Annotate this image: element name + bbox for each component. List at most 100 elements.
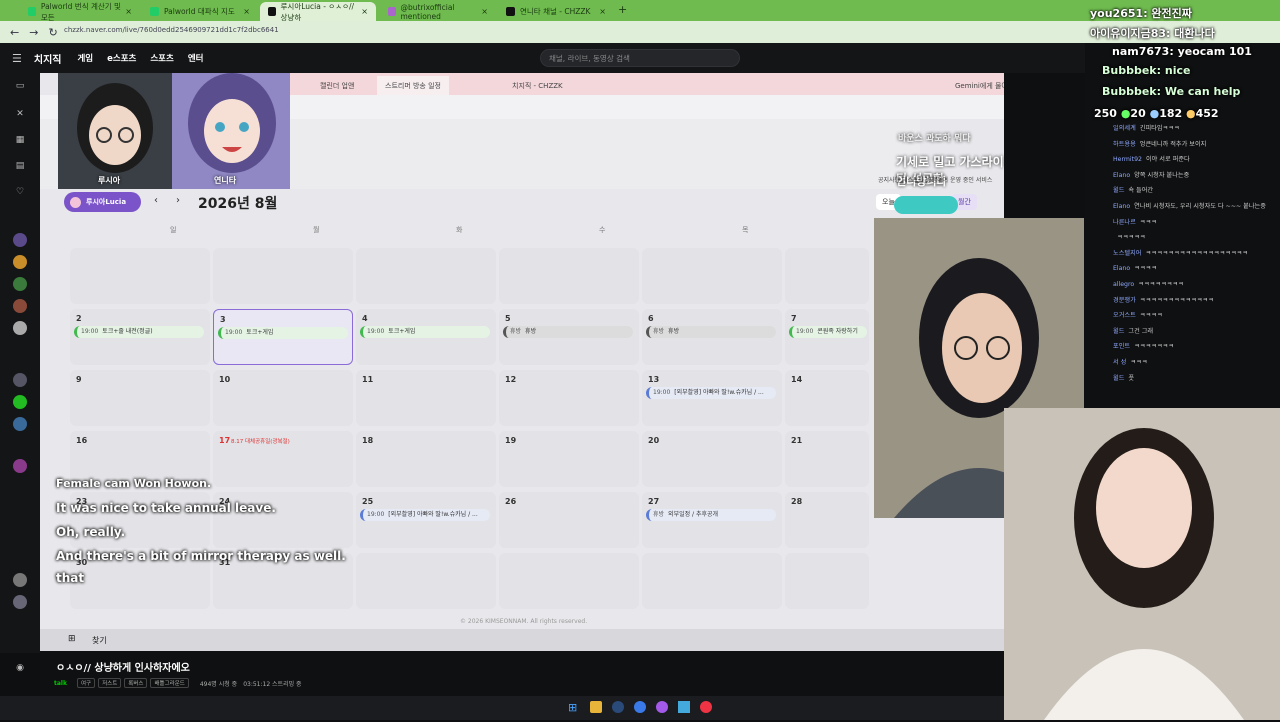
discord-icon[interactable] xyxy=(656,701,668,713)
chat-username[interactable]: allegro xyxy=(1113,281,1134,288)
live-icon[interactable]: ▭ xyxy=(13,79,27,93)
calendar-day-cell[interactable]: 11 xyxy=(356,370,496,426)
new-tab-button[interactable]: + xyxy=(618,3,627,16)
schedule-event[interactable]: 휴방 휴방 xyxy=(646,326,776,338)
calendar-day-cell[interactable] xyxy=(70,248,210,304)
chat-username[interactable]: 포인트 xyxy=(1113,343,1130,350)
chat-username[interactable]: 노스텔지어 xyxy=(1113,250,1141,257)
follow-icon[interactable]: ♡ xyxy=(13,185,27,199)
chat-username[interactable]: 서 성 xyxy=(1113,359,1126,366)
back-icon[interactable]: ← xyxy=(10,26,19,39)
menu-entertainment[interactable]: 엔터 xyxy=(188,52,204,64)
schedule-event[interactable]: 19:00 토크+게임 xyxy=(360,326,490,338)
calendar-day-cell[interactable]: 27 휴방 외부일정 / 추후공개 xyxy=(642,492,782,548)
calendar-day-cell[interactable]: 13 19:00 [외부촬영] 아빠와 딸!w.슈카님 / ... xyxy=(642,370,782,426)
calendar-day-cell[interactable]: 19 xyxy=(499,431,639,487)
calendar-day-cell[interactable]: 2 19:00 토크+줄 내전(정글) xyxy=(70,309,210,365)
clip-icon[interactable]: ▤ xyxy=(13,159,27,173)
schedule-event[interactable]: 19:00 콘원족 자랑하기 xyxy=(789,326,867,338)
channel-avatar[interactable] xyxy=(13,277,27,291)
hamburger-icon[interactable]: ☰ xyxy=(12,52,22,65)
chat-username[interactable]: Elano xyxy=(1113,172,1130,179)
tab-palworld-map[interactable]: Palworld 대파식 지도 × xyxy=(142,2,258,21)
app-icon[interactable] xyxy=(634,701,646,713)
windows-start-icon[interactable]: ⊞ xyxy=(568,701,577,714)
calendar-day-cell[interactable] xyxy=(356,248,496,304)
menu-game[interactable]: 게임 xyxy=(77,52,93,64)
calendar-day-cell[interactable]: 21 xyxy=(785,431,869,487)
channel-avatar[interactable] xyxy=(13,321,27,335)
calendar-day-cell[interactable]: 7 19:00 콘원족 자랑하기 xyxy=(785,309,869,365)
schedule-event[interactable]: 19:00 토크+게임 xyxy=(218,327,348,339)
calendar-day-cell[interactable]: 26 xyxy=(499,492,639,548)
chat-username[interactable]: 일의세계 xyxy=(1113,125,1136,132)
tab-yeonnita-channel[interactable]: 연니타 채널 - CHZZK × xyxy=(498,2,614,21)
channel-avatar[interactable] xyxy=(13,255,27,269)
chat-username[interactable]: 경분쟁가 xyxy=(1113,297,1136,304)
calendar-day-cell[interactable]: 25 19:00 [외부촬영] 아빠와 딸!w.슈카님 / ... xyxy=(356,492,496,548)
streamer-chip[interactable]: 루시아Lucia xyxy=(64,192,141,212)
folder-icon[interactable] xyxy=(590,701,602,713)
close-icon[interactable]: × xyxy=(361,7,368,16)
tab-lucia-stream[interactable]: 루시아Lucia - ㅇㅅㅇ// 상냥하 × xyxy=(260,2,376,22)
schedule-event[interactable]: 19:00 [외부촬영] 아빠와 딸!w.슈카님 / ... xyxy=(646,387,776,399)
close-icon[interactable]: × xyxy=(243,7,250,16)
popular-icon[interactable]: ✕ xyxy=(13,107,27,121)
calendar-day-cell[interactable] xyxy=(356,553,496,609)
calendar-day-cell[interactable]: 17 8.17 대체공휴일(광복절) xyxy=(213,431,353,487)
calendar-day-cell[interactable] xyxy=(785,553,869,609)
next-month-button[interactable]: › xyxy=(176,195,180,206)
calendar-day-cell[interactable] xyxy=(642,248,782,304)
chat-username[interactable]: 윌드 xyxy=(1113,375,1124,382)
reload-icon[interactable]: ↻ xyxy=(48,26,57,39)
channel-avatar[interactable] xyxy=(13,459,27,473)
menu-esports[interactable]: e스포츠 xyxy=(107,52,136,64)
chat-username[interactable]: Elano xyxy=(1113,265,1130,272)
calendar-day-cell[interactable]: 14 xyxy=(785,370,869,426)
tag-chip[interactable]: 배틀그라운드 xyxy=(150,678,189,688)
calendar-day-cell[interactable]: 12 xyxy=(499,370,639,426)
calendar-day-cell[interactable] xyxy=(213,248,353,304)
channel-avatar[interactable] xyxy=(13,299,27,313)
chat-username[interactable]: 윌드 xyxy=(1113,328,1124,335)
calendar-day-cell[interactable] xyxy=(785,248,869,304)
chat-username[interactable]: 하트용용 xyxy=(1113,141,1136,148)
channel-avatar[interactable] xyxy=(13,373,27,387)
close-icon[interactable]: × xyxy=(481,7,488,16)
chat-username[interactable]: Hermit92 xyxy=(1113,156,1142,163)
schedule-event[interactable]: 19:00 토크+줄 내전(정글) xyxy=(74,326,204,338)
chat-username[interactable]: 오거스트 xyxy=(1113,312,1136,319)
calendar-day-cell[interactable]: 10 xyxy=(213,370,353,426)
calendar-day-cell[interactable]: 3 19:00 토크+게임 xyxy=(213,309,353,365)
close-icon[interactable]: × xyxy=(125,7,132,16)
tag-chip[interactable]: 저스트 xyxy=(98,678,122,688)
tab-palworld-breeding[interactable]: Palworld 번식 계산기 및 모든 × xyxy=(20,2,140,22)
tab-mention[interactable]: @butrixofficial mentioned × xyxy=(380,2,496,21)
site-logo[interactable]: 치지직 xyxy=(34,51,62,66)
channel-avatar[interactable] xyxy=(13,417,27,431)
calendar-day-cell[interactable] xyxy=(642,553,782,609)
channel-avatar[interactable] xyxy=(13,573,27,587)
tag-chip[interactable]: 여구 xyxy=(76,678,96,688)
steam-icon[interactable] xyxy=(612,701,624,713)
forward-icon[interactable]: → xyxy=(29,26,38,39)
calendar-day-cell[interactable]: 6 휴방 휴방 xyxy=(642,309,782,365)
calendar-day-cell[interactable]: 4 19:00 토크+게임 xyxy=(356,309,496,365)
chat-username[interactable]: 나른나르 xyxy=(1113,219,1136,226)
url-field[interactable]: chzzk.naver.com/live/760d0edd2546909721d… xyxy=(64,26,279,34)
chrome-icon[interactable] xyxy=(700,701,712,713)
calendar-day-cell[interactable]: 5 휴방 휴방 xyxy=(499,309,639,365)
prev-month-button[interactable]: ‹ xyxy=(154,195,158,206)
chat-username[interactable]: 윌드 xyxy=(1113,187,1124,194)
calendar-day-cell[interactable] xyxy=(499,248,639,304)
calendar-day-cell[interactable]: 28 xyxy=(785,492,869,548)
category-icon[interactable]: ▦ xyxy=(13,133,27,147)
calendar-day-cell[interactable]: 9 xyxy=(70,370,210,426)
tag-chip[interactable]: 록버스 xyxy=(124,678,148,688)
schedule-event[interactable]: 19:00 [외부촬영] 아빠와 딸!w.슈카님 / ... xyxy=(360,509,490,521)
menu-sports[interactable]: 스포츠 xyxy=(150,52,173,64)
calendar-day-cell[interactable]: 18 xyxy=(356,431,496,487)
category-badge[interactable]: talk xyxy=(54,680,67,687)
channel-avatar[interactable] xyxy=(13,233,27,247)
game-icon[interactable]: ◉ xyxy=(13,661,27,675)
